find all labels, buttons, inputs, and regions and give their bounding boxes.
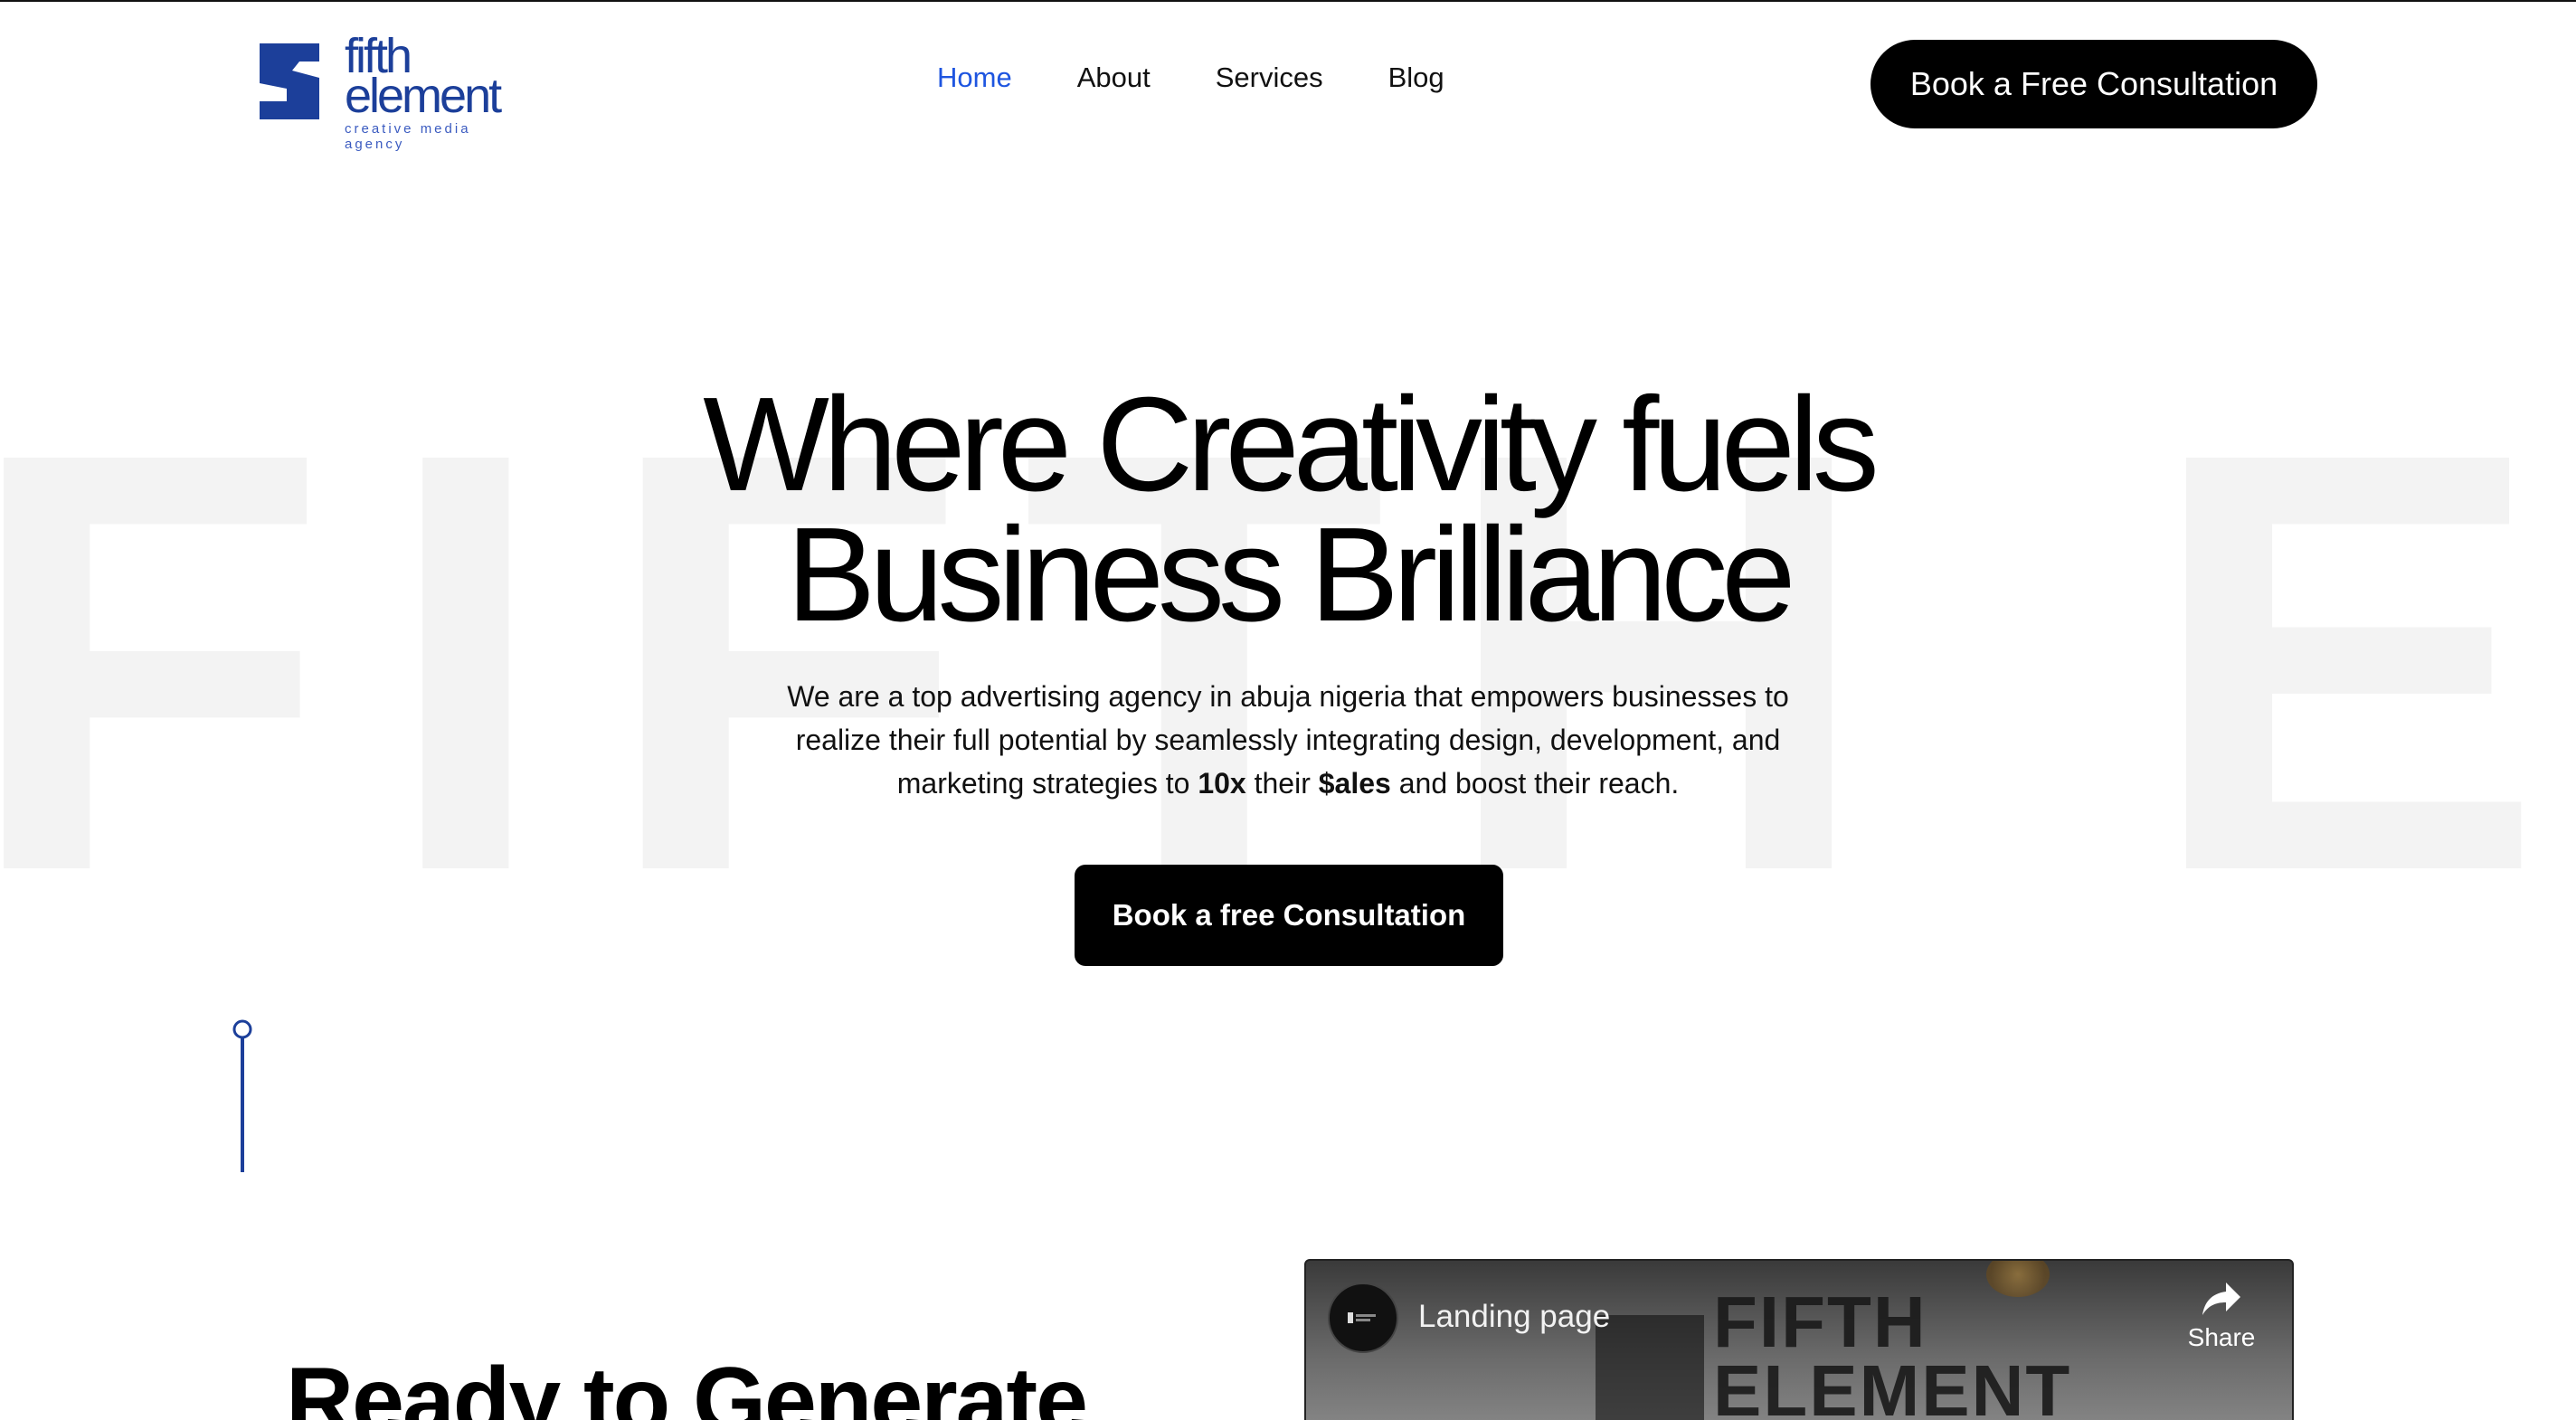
- main-nav: Home About Services Blog: [937, 62, 1444, 94]
- hero-desc-bold-1: 10x: [1198, 767, 1246, 800]
- video-signage-line-1: FIFTH: [1713, 1282, 1927, 1362]
- video-background-signage: FIFTH ELEMENT: [1713, 1282, 2072, 1420]
- hero-title: Where Creativity fuels Business Brillian…: [0, 370, 2576, 649]
- channel-logo-icon: [1348, 1312, 1376, 1323]
- nav-blog[interactable]: Blog: [1388, 62, 1444, 94]
- scroll-indicator-icon: [232, 1019, 252, 1172]
- hero-desc-text-2: their: [1245, 767, 1319, 800]
- header-consultation-button[interactable]: Book a Free Consultation: [1870, 40, 2317, 128]
- nav-about[interactable]: About: [1077, 62, 1151, 94]
- hero-desc-text-3: and boost their reach.: [1390, 767, 1680, 800]
- hero-description: We are a top advertising agency in abuja…: [763, 675, 1813, 805]
- nav-services[interactable]: Services: [1216, 62, 1323, 94]
- brand-logo[interactable]: fifth element creative media agency: [260, 32, 531, 152]
- video-share-label: Share: [2187, 1323, 2256, 1351]
- landing-page: fifth element creative media agency Home…: [0, 0, 2576, 1420]
- video-share-button[interactable]: Share: [2176, 1281, 2267, 1352]
- logo-tagline: creative media agency: [345, 121, 471, 152]
- hero-title-line-1: Where Creativity fuels: [703, 370, 1880, 519]
- logo-wordmark: fifth element creative media agency: [345, 32, 531, 152]
- hero-title-line-2: Business Brilliance: [786, 500, 1795, 649]
- nav-home[interactable]: Home: [937, 62, 1012, 94]
- hero-desc-bold-2: $ales: [1318, 767, 1391, 800]
- video-title[interactable]: Landing page: [1418, 1299, 1610, 1335]
- logo-word-bottom: element: [345, 69, 502, 123]
- share-arrow-icon: [2202, 1283, 2240, 1315]
- section-heading: Ready to Generate: [286, 1349, 1088, 1420]
- hero-consultation-button[interactable]: Book a free Consultation: [1075, 865, 1503, 966]
- video-background-logo-mark: [1596, 1315, 1704, 1420]
- logo-mark-icon: [260, 43, 319, 119]
- channel-avatar[interactable]: [1328, 1283, 1398, 1353]
- video-player[interactable]: FIFTH ELEMENT Landing page Share: [1304, 1259, 2294, 1420]
- video-signage-line-2: ELEMENT: [1713, 1350, 2072, 1420]
